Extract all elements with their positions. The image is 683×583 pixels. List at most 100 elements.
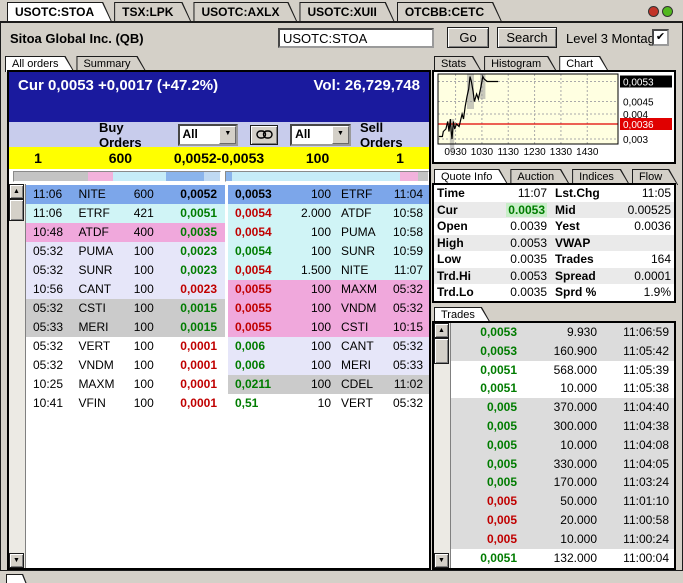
quote-value: 0.0053: [510, 268, 547, 283]
bid-time: 10:41: [33, 396, 64, 410]
current-price-change: Cur 0,0053 +0,0017 (+47.2%): [18, 77, 219, 94]
window-tab-usotc-xuii[interactable]: USOTC:XUII: [299, 2, 394, 22]
link-filters-button[interactable]: [250, 124, 279, 145]
scroll-thumb[interactable]: [434, 338, 449, 364]
down-arrow-icon: ▼: [438, 557, 445, 564]
bid-time: 05:32: [33, 358, 64, 372]
level3-montage-checkbox[interactable]: ✔: [652, 29, 669, 46]
bottom-partial-tab[interactable]: [6, 574, 52, 583]
ask-cell: 0,0054 2.000 ATDF 10:58: [228, 204, 429, 223]
book-row[interactable]: 11:06 ETRF 421 0,0051 0,0054 2.000 ATDF 10:58: [26, 204, 429, 223]
book-row[interactable]: 05:32 SUNR 100 0,0023 0,0054 1.500 NITE 11:07: [26, 261, 429, 280]
inside-prices: 0,0052-0,0053: [174, 150, 264, 166]
bid-price: 0,0001: [180, 396, 217, 410]
bid-price: 0,0015: [180, 320, 217, 334]
ask-cell: 0,0053 100 ETRF 11:04: [228, 185, 429, 204]
scroll-down-button[interactable]: ▼: [434, 553, 449, 568]
window-tab-usotc-stoa[interactable]: USOTC:STOA: [7, 2, 112, 22]
book-row[interactable]: 05:33 MERI 100 0,0015 0,0055 100 CSTI 10:15: [26, 318, 429, 337]
ask-time: 05:33: [392, 358, 423, 372]
ask-size: 10: [317, 396, 331, 410]
quote-value: 0.0035: [510, 285, 547, 300]
ask-mm-count: 1: [396, 150, 404, 166]
book-row[interactable]: 10:25 MAXM 100 0,0001 0,0211 100 CDEL 11:02: [26, 375, 429, 394]
bid-cell: 11:06 ETRF 421 0,0051: [26, 204, 225, 223]
order-book: ▲ ▼ 11:06 NITE 600 0,0052 0,0053 100 ETRF 11:04…: [9, 184, 429, 568]
green-status-dot: [662, 6, 673, 17]
quote-value: 1.9%: [643, 285, 671, 300]
book-row[interactable]: 05:32 CSTI 100 0,0015 0,0055 100 VNDM 05:32: [26, 299, 429, 318]
trade-row[interactable]: 0,0053 9.930 11:06:59: [451, 323, 674, 342]
ask-size: 100: [310, 301, 331, 315]
trades-panel: ▲ ▼ 0,0053 9.930 11:06:59 0,0053 160.900 11:0…: [432, 321, 676, 570]
trade-row[interactable]: 0,0053 160.900 11:05:42: [451, 341, 674, 361]
chevron-down-icon[interactable]: ▼: [219, 125, 237, 144]
quote-row: Trd.Hi 0.0053 Spread 0.0001: [434, 267, 674, 285]
sell-filter-dropdown[interactable]: All ▼: [290, 123, 351, 146]
trade-row[interactable]: 0,005 10.000 11:00:24: [451, 529, 674, 549]
search-button[interactable]: Search: [497, 27, 557, 48]
book-row[interactable]: 11:06 NITE 600 0,0052 0,0053 100 ETRF 11:04: [26, 185, 429, 204]
quote-label: Lst.Chg: [555, 186, 600, 200]
ask-mm: MERI: [341, 358, 371, 372]
quote-value: 11:07: [517, 186, 547, 200]
ask-time: 05:32: [392, 282, 423, 296]
bid-cell: 05:32 PUMA 100 0,0023: [26, 242, 225, 261]
book-row[interactable]: 10:56 CANT 100 0,0023 0,0055 100 MAXM 05:32: [26, 280, 429, 299]
buy-filter-dropdown[interactable]: All ▼: [177, 123, 239, 146]
trade-row[interactable]: 0,005 300.000 11:04:38: [451, 416, 674, 436]
ask-size: 100: [310, 320, 331, 334]
book-row[interactable]: 10:41 VFIN 100 0,0001 0,51 10 VERT 05:32: [26, 394, 429, 413]
scroll-up-button[interactable]: ▲: [434, 323, 449, 338]
trade-row[interactable]: 0,0051 132.000 11:00:04: [451, 549, 674, 568]
ask-size: 100: [310, 339, 331, 353]
book-row[interactable]: 05:32 VNDM 100 0,0001 0,006 100 MERI 05:33: [26, 356, 429, 375]
go-button[interactable]: Go: [447, 27, 489, 48]
trade-row[interactable]: 0,005 330.000 11:04:05: [451, 454, 674, 474]
trade-size: 50.000: [560, 494, 597, 509]
trade-row[interactable]: 0,0051 10.000 11:05:38: [451, 379, 674, 398]
tab-label: USOTC:STOA: [8, 3, 111, 22]
trade-rows: 0,0053 9.930 11:06:59 0,0053 160.900 11:05:42…: [451, 323, 674, 567]
trade-price: 0,005: [486, 400, 517, 415]
scroll-thumb[interactable]: [9, 199, 24, 221]
symbol-input[interactable]: [278, 28, 434, 48]
volume: Vol: 26,729,748: [313, 77, 420, 94]
window-tab-tsx-lpk[interactable]: TSX:LPK: [114, 2, 191, 22]
link-icon: [256, 130, 273, 139]
window-tab-otcbb-cetc[interactable]: OTCBB:CETC: [397, 2, 502, 22]
y-tick-label: 0,0036: [623, 120, 654, 131]
quote-value: 0.0053: [485, 202, 547, 219]
trade-row[interactable]: 0,005 20.000 11:00:58: [451, 510, 674, 530]
book-row[interactable]: 05:32 PUMA 100 0,0023 0,0054 100 SUNR 10:59: [26, 242, 429, 261]
ask-cell: 0,0054 1.500 NITE 11:07: [228, 261, 429, 280]
trade-price: 0,005: [486, 494, 517, 509]
book-row[interactable]: 10:48 ATDF 400 0,0035 0,0054 100 PUMA 10:58: [26, 223, 429, 242]
bid-price: 0,0023: [180, 263, 217, 277]
trade-row[interactable]: 0,005 10.000 11:04:08: [451, 435, 674, 455]
trade-row[interactable]: 0,005 370.000 11:04:40: [451, 398, 674, 417]
x-tick-label: 1030: [471, 147, 494, 158]
window-tab-usotc-axlx[interactable]: USOTC:AXLX: [193, 2, 297, 22]
ask-cell: 0,0055 100 CSTI 10:15: [228, 318, 429, 337]
scroll-down-button[interactable]: ▼: [9, 553, 24, 568]
chevron-down-icon[interactable]: ▼: [331, 125, 349, 144]
ask-price: 0,0054: [235, 263, 272, 277]
quote-value: 0.0053: [510, 235, 547, 250]
ask-price: 0,0055: [235, 301, 272, 315]
ask-time: 05:32: [392, 339, 423, 353]
bid-cell: 11:06 NITE 600 0,0052: [26, 185, 225, 204]
trade-time: 11:05:42: [623, 343, 669, 358]
ask-price: 0,51: [235, 396, 259, 410]
book-scrollbar[interactable]: ▲ ▼: [9, 184, 26, 568]
trade-row[interactable]: 0,0051 568.000 11:05:39: [451, 361, 674, 380]
tab-label: OTCBB:CETC: [398, 3, 501, 22]
scroll-up-button[interactable]: ▲: [9, 184, 24, 199]
book-row[interactable]: 05:32 VERT 100 0,0001 0,006 100 CANT 05:32: [26, 337, 429, 356]
bid-size: 100: [133, 377, 154, 391]
trade-row[interactable]: 0,005 170.000 11:03:24: [451, 473, 674, 493]
bid-mm-count: 1: [34, 150, 42, 166]
trades-scrollbar[interactable]: ▲ ▼: [434, 323, 451, 568]
trade-row[interactable]: 0,005 50.000 11:01:10: [451, 492, 674, 511]
ask-cell: 0,51 10 VERT 05:32: [228, 394, 429, 413]
